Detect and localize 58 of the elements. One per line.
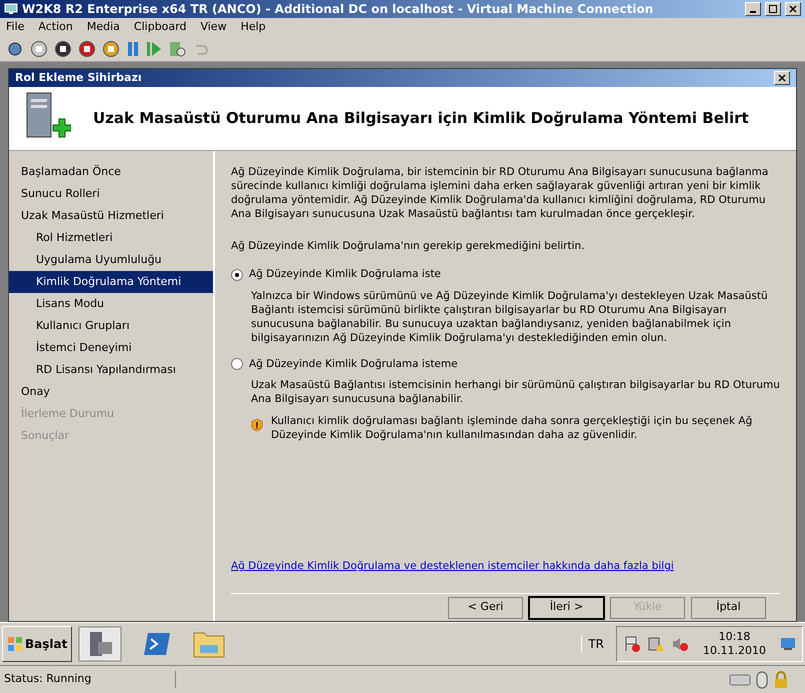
wizard-step: İlerleme Durumu <box>9 403 213 425</box>
speaker-muted-icon[interactable] <box>671 635 690 653</box>
snapshot-icon[interactable] <box>168 40 186 58</box>
prompt-text: Ağ Düzeyinde Kimlik Doğrulama'nın gerekip gerekmediğini belirtin. <box>231 239 586 254</box>
pause-icon[interactable] <box>126 40 140 58</box>
wizard-step: RD Lisansı Yapılandırması <box>9 359 213 381</box>
wizard-step: Lisans Modu <box>9 293 213 315</box>
dialog-title: Rol Ekleme Sihirbazı <box>15 70 143 86</box>
minimize-button[interactable] <box>745 2 761 16</box>
warning-text: Kullanıcı kimlik doğrulaması bağlantı işleminde daha sonra gerçekleştiği için bu seçenek Ağ Düzeyinde Kimlik Doğrulama'nın kullanılmasından daha az güvenlidir. <box>270 414 754 442</box>
close-button[interactable] <box>785 2 801 16</box>
wizard-step: Sonuçlar <box>9 425 213 447</box>
radio-label[interactable]: Ağ Düzeyinde Kimlik Doğrulama isteme <box>249 356 458 372</box>
start-button[interactable]: Başlat <box>2 626 72 662</box>
wizard-step: Uygulama Uyumluluğu <box>9 249 213 271</box>
desktop-icon[interactable] <box>780 637 796 651</box>
clock-date[interactable]: 10.11.2010 <box>703 644 766 658</box>
maximize-button[interactable] <box>765 2 781 16</box>
windows-logo-icon <box>7 636 23 652</box>
wizard-button[interactable]: İptal <box>691 596 766 618</box>
wizard-step: Sunucu Rolleri <box>9 183 213 205</box>
option-description: Yalnızca bir Windows sürümünü ve Ağ Düzeyinde Kimlik Doğrulama'yı destekleyen Uzak Masaüstü Bağlantı istemcisi sürümünü birlikte çalıştıran bilgisayarlar bu RD Oturumu Ana Bilgisayarı sunucusuna bağlanabilir. Bu sunucuya uzaktan bağlandıysanız, yeniden bağlanabilmek için bilgisayarınızın Ağ Düzeyinde Kimlik Doğrulama'yı desteklediğinden emin olun. <box>250 288 769 344</box>
monitor-icon <box>4 3 18 15</box>
wizard-step: Uzak Masaüstü Hizmetleri <box>9 205 213 227</box>
option-description: Uzak Masaüstü Bağlantısı istemcisinin herhangi bir sürümünü çalıştıran bilgisayarlar bu RD Oturumu Ana Bilgisayarı sunucusuna bağlanabilir. <box>250 378 780 406</box>
wizard-heading: Uzak Masaüstü Oturumu Ana Bilgisayarı için Kimlik Doğrulama Yöntemi Belirt <box>93 108 749 130</box>
wizard-step: Rol Hizmetleri <box>9 227 213 249</box>
radio-button[interactable] <box>231 268 243 281</box>
wizard-step: Başlamadan Önce <box>9 161 213 183</box>
close-icon <box>778 74 786 82</box>
menu-item[interactable]: View <box>200 18 227 36</box>
lock-icon <box>773 670 789 688</box>
close-button[interactable] <box>774 71 790 85</box>
more-info-link[interactable]: Ağ Düzeyinde Kimlik Doğrulama ve desteklenen istemciler hakkında daha fazla bilgi <box>231 559 780 575</box>
window-title: W2K8 R2 Enterprise x64 TR (ANCO) - Additional DC on localhost - Virtual Machine Connection <box>22 1 654 18</box>
menu-item[interactable]: Media <box>86 18 120 36</box>
flag-icon[interactable] <box>623 635 642 653</box>
status-text: Status: Running <box>0 671 176 688</box>
wizard-button[interactable]: < Geri <box>448 596 523 618</box>
keyboard-icon <box>729 672 751 688</box>
stop-icon[interactable] <box>54 40 72 58</box>
wizard-step: Kullanıcı Grupları <box>9 315 213 337</box>
maximize-icon <box>769 5 777 13</box>
intro-text: Ağ Düzeyinde Kimlik Doğrulama, bir istemcinin bir RD Oturumu Ana Bilgisayarı sunucusuna bağlanma sürecinde kullanıcı kimliği doğrulama işlemini daha erken sağlayarak güvenliği artıran yeni bir kimlik doğrulama yöntemidir. Ağ Düzeyinde Kimlik Doğrulama'da kullanıcı kimliğini doğrulama, RD Oturumu Ana Bilgisayarı sunucusuna Uzak Masaüstü bağlantısı tam kurulmadan önce gerçekleşir. <box>231 165 770 221</box>
menu-item[interactable]: Action <box>38 18 73 36</box>
menu-item[interactable]: Help <box>240 18 266 36</box>
mouse-icon <box>755 670 769 688</box>
close-icon <box>789 5 797 13</box>
language-indicator[interactable]: TR <box>581 635 610 653</box>
wizard-button[interactable]: İleri > <box>529 596 604 618</box>
clock-time[interactable]: 10:18 <box>718 630 750 644</box>
wizard-step: Onay <box>9 381 213 403</box>
radio-button[interactable] <box>231 358 243 370</box>
menu-item[interactable]: File <box>6 18 24 36</box>
wizard-step: Kimlik Doğrulama Yöntemi <box>9 271 213 293</box>
wizard-step: İstemci Deneyimi <box>9 337 213 359</box>
radio-label[interactable]: Ağ Düzeyinde Kimlik Doğrulama iste <box>249 266 441 282</box>
menu-item[interactable]: Clipboard <box>134 18 186 36</box>
